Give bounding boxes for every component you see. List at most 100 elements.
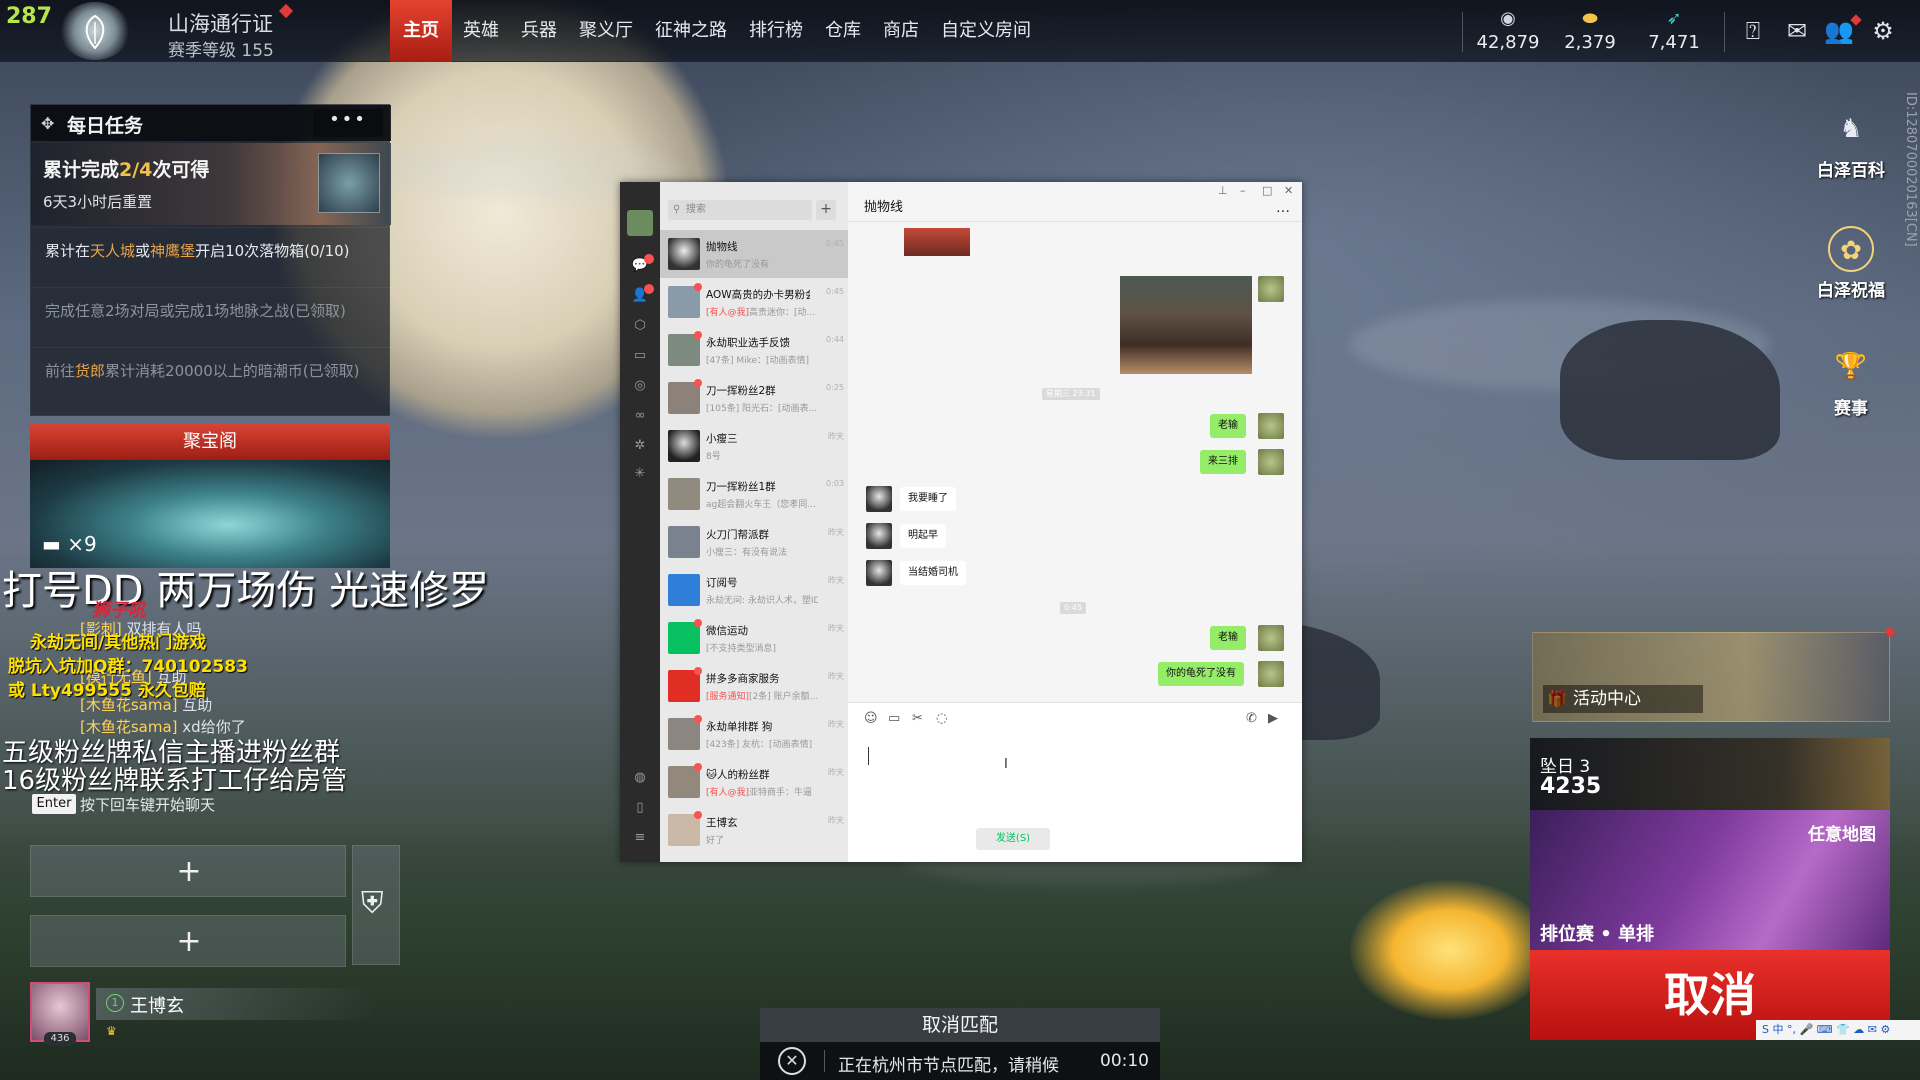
image-message[interactable] [1120,276,1252,374]
list-item[interactable]: 永劫职业选手反馈 [47条] Mike：[动画表情] 0:44 [660,326,848,374]
settings-icon[interactable]: ⚙ [1868,16,1898,46]
trophy-icon: 🏆 [1834,352,1868,382]
nav-conquest[interactable]: 征神之路 [644,0,738,62]
pin-icon[interactable]: ⊥ [1218,184,1228,197]
more-icon[interactable]: … [1276,200,1290,216]
ime-toolbar[interactable]: S 中 °, 🎤 ⌨ 👕 ☁ ✉ ⚙ [1756,1020,1920,1040]
emoji-icon[interactable]: ☺ [864,711,878,726]
task-reward-banner[interactable]: 累计完成2/4次可得 6天3小时后重置 [31,143,391,225]
avatar[interactable] [1258,413,1284,439]
reward-bag-icon[interactable] [318,153,380,213]
feather-icon: ➶ [1666,8,1682,29]
file-icon[interactable]: ▭ [888,711,900,726]
chat-title: 抛物线 [864,200,904,215]
currency-gold[interactable]: ⬬ 2,379 [1550,8,1630,53]
events-button[interactable]: 🏆 赛事 [1796,344,1906,419]
list-item[interactable]: 抛物线 你的龟死了没有 0:45 [660,230,848,278]
task-item[interactable]: 前往货郎累计消耗20000以上的暗潮币(已领取) [31,347,391,405]
pass-emblem-icon[interactable] [60,2,130,60]
message-input-area[interactable]: ☺ ▭ ✂ ◌ ✆ ▶ I [848,702,1302,862]
season-rank-card[interactable]: 坠日 3 4235 [1530,738,1890,810]
message-bubble[interactable]: 我要睡了 [900,487,956,511]
mail-icon[interactable]: ✉ [1782,16,1812,46]
nav-leaderboard[interactable]: 排行榜 [738,0,814,62]
scissors-icon[interactable]: ✂ [912,711,923,726]
encyclopedia-button[interactable]: ♞ 白泽百科 [1796,106,1906,181]
team-slot-2[interactable]: + [30,915,346,967]
list-item[interactable]: 🐱人的粉丝群 [有人@我]亚特商手：牛逼 昨天 [660,758,848,806]
blessing-button[interactable]: ✿ 白泽祝福 [1796,226,1906,301]
phone-icon[interactable]: ▯ [620,800,660,815]
maximize-icon[interactable]: □ [1262,184,1272,197]
search-discover-icon[interactable]: ✳ [620,466,660,481]
mini-apps-icon[interactable]: ◍ [620,770,660,785]
chat-icon[interactable]: 💬 [620,258,660,273]
search-input[interactable]: ⚲ 搜索 [668,200,812,220]
friends-icon[interactable]: 👥 [1824,16,1854,46]
currency-feathers[interactable]: ➶ 7,471 [1634,8,1714,53]
list-item[interactable]: AOW高贵的办卡男粉会 [有人@我]高贵迷你：[动... 0:45 [660,278,848,326]
folder-icon[interactable]: ▭ [620,348,660,363]
avatar[interactable] [866,523,892,549]
send-button[interactable]: 发送(S) [976,828,1050,850]
nav-guild[interactable]: 聚义厅 [568,0,644,62]
list-item[interactable]: 火刀门帮派群 小瘦三：有没有说法 昨天 [660,518,848,566]
close-icon[interactable]: ✕ [778,1047,806,1075]
image-message[interactable] [904,228,970,256]
avatar[interactable] [627,210,653,236]
minimize-icon[interactable]: – [1240,184,1246,197]
more-button[interactable]: ••• [313,109,383,137]
moments-icon[interactable]: ◎ [620,378,660,393]
avatar[interactable] [1258,449,1284,475]
menu-icon[interactable]: ≡ [620,830,660,845]
map-selection[interactable]: 任意地图 [1808,820,1876,845]
game-mode-card[interactable]: 任意地图 排位赛 • 单排 [1530,810,1890,950]
match-timer: 00:10 [1100,1051,1149,1071]
message-bubble[interactable]: 当结婚司机 [900,561,966,585]
list-item[interactable]: 刀一挥粉丝1群 ag超会翻火车王（您孝同... 0:03 [660,470,848,518]
cancel-match-button[interactable]: 取消匹配 [760,1008,1160,1042]
nav-custom-room[interactable]: 自定义房间 [930,0,1042,62]
message-bubble[interactable]: 老输 [1210,414,1246,438]
mini-program-icon[interactable]: ✲ [620,438,660,453]
chat-history-icon[interactable]: ◌ [936,711,947,726]
help-icon[interactable]: ⍰ [1738,16,1768,46]
activity-center-banner[interactable]: 🎁 活动中心 [1532,632,1890,722]
nav-weapons[interactable]: 兵器 [510,0,568,62]
voice-call-icon[interactable]: ✆ [1246,711,1257,726]
list-item[interactable]: 刀一挥粉丝2群 [105条] 阳光石：[动画表... 0:25 [660,374,848,422]
message-bubble[interactable]: 老输 [1210,626,1246,650]
player-card[interactable]: 436 1 王博玄 ♛ [30,982,376,1046]
close-icon[interactable]: ✕ [1284,184,1293,197]
avatar[interactable] [1258,625,1284,651]
channels-icon[interactable]: ∞ [620,408,660,423]
message-bubble[interactable]: 明起早 [900,524,946,548]
nav-shop[interactable]: 商店 [872,0,930,62]
list-item[interactable]: 王博玄 好了 昨天 [660,806,848,854]
treasure-pavilion-button[interactable]: 聚宝阁 [30,424,390,460]
add-button[interactable]: + [816,200,836,220]
list-item[interactable]: 微信运动 [不支持类型消息] 昨天 [660,614,848,662]
avatar[interactable] [866,486,892,512]
message-bubble[interactable]: 你的龟死了没有 [1158,662,1244,686]
task-item[interactable]: 完成任意2场对局或完成1场地脉之战(已领取) [31,287,391,345]
nav-heroes[interactable]: 英雄 [452,0,510,62]
favorites-icon[interactable]: ⬡ [620,318,660,333]
invite-button[interactable]: ⛨ [352,845,400,965]
battle-pass-title[interactable]: 山海通行证 [168,8,273,38]
currency-coins[interactable]: ◉ 42,879 [1468,8,1548,53]
task-item[interactable]: 累计在天人城或神鹰堡开启10次落物箱(0/10) [31,227,391,285]
nav-storage[interactable]: 仓库 [814,0,872,62]
nav-home[interactable]: 主页 [390,0,452,62]
video-call-icon[interactable]: ▶ [1268,711,1278,726]
contacts-icon[interactable]: 👤 [620,288,660,303]
list-item[interactable]: 永劫单排群 狗 [423条] 友杭：[动画表情] 昨天 [660,710,848,758]
message-bubble[interactable]: 来三排 [1200,450,1246,474]
avatar[interactable] [1258,276,1284,302]
list-item[interactable]: 小瘦三 8号 昨天 [660,422,848,470]
list-item[interactable]: 拼多多商家服务 [服务通知][2条] 账户余额... 昨天 [660,662,848,710]
list-item[interactable]: 订阅号 永劫无间: 永劫识人术，塑ID... 昨天 [660,566,848,614]
avatar[interactable] [866,560,892,586]
team-slot-1[interactable]: + [30,845,346,897]
avatar[interactable] [1258,661,1284,687]
